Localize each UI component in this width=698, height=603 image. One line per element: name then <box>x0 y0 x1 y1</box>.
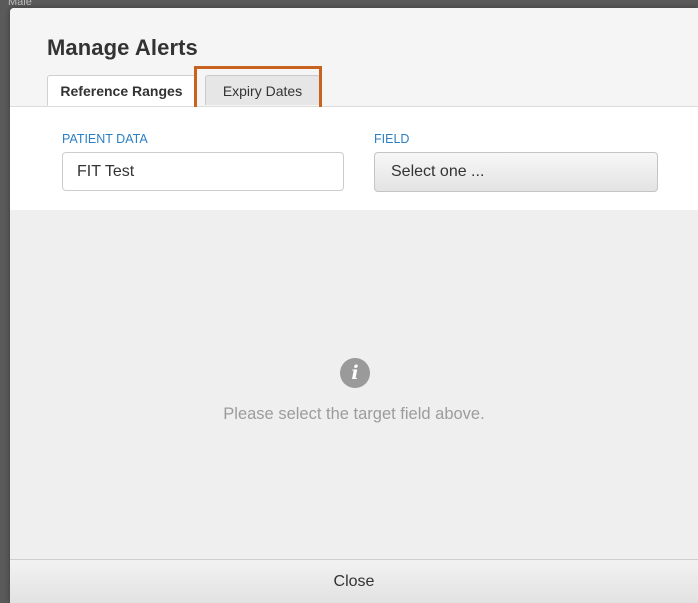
field-select[interactable]: Select one ... <box>374 152 658 192</box>
backdrop-text: Male <box>8 0 32 8</box>
tab-label: Expiry Dates <box>222 82 303 99</box>
patient-data-label: PATIENT DATA <box>62 132 148 146</box>
form-area: PATIENT DATA FIELD Select one ... <box>10 107 698 210</box>
tab-label: Reference Ranges <box>60 82 183 99</box>
dialog-title: Manage Alerts <box>47 35 198 60</box>
close-button[interactable]: Close <box>314 567 395 597</box>
empty-state-message: Please select the target field above. <box>223 405 485 423</box>
patient-data-input[interactable] <box>62 152 344 191</box>
manage-alerts-dialog: Manage Alerts Reference Ranges Expiry Da… <box>10 8 698 603</box>
content-area: i Please select the target field above. <box>10 210 698 559</box>
field-select-value: Select one ... <box>391 163 485 180</box>
tab-expiry-dates[interactable]: Expiry Dates <box>205 75 320 105</box>
dialog-header: Manage Alerts Reference Ranges Expiry Da… <box>10 8 698 111</box>
field-label: FIELD <box>374 132 410 146</box>
info-circle-icon: i <box>340 358 370 388</box>
dialog-footer: Close <box>10 559 698 603</box>
tab-reference-ranges[interactable]: Reference Ranges <box>47 75 196 106</box>
